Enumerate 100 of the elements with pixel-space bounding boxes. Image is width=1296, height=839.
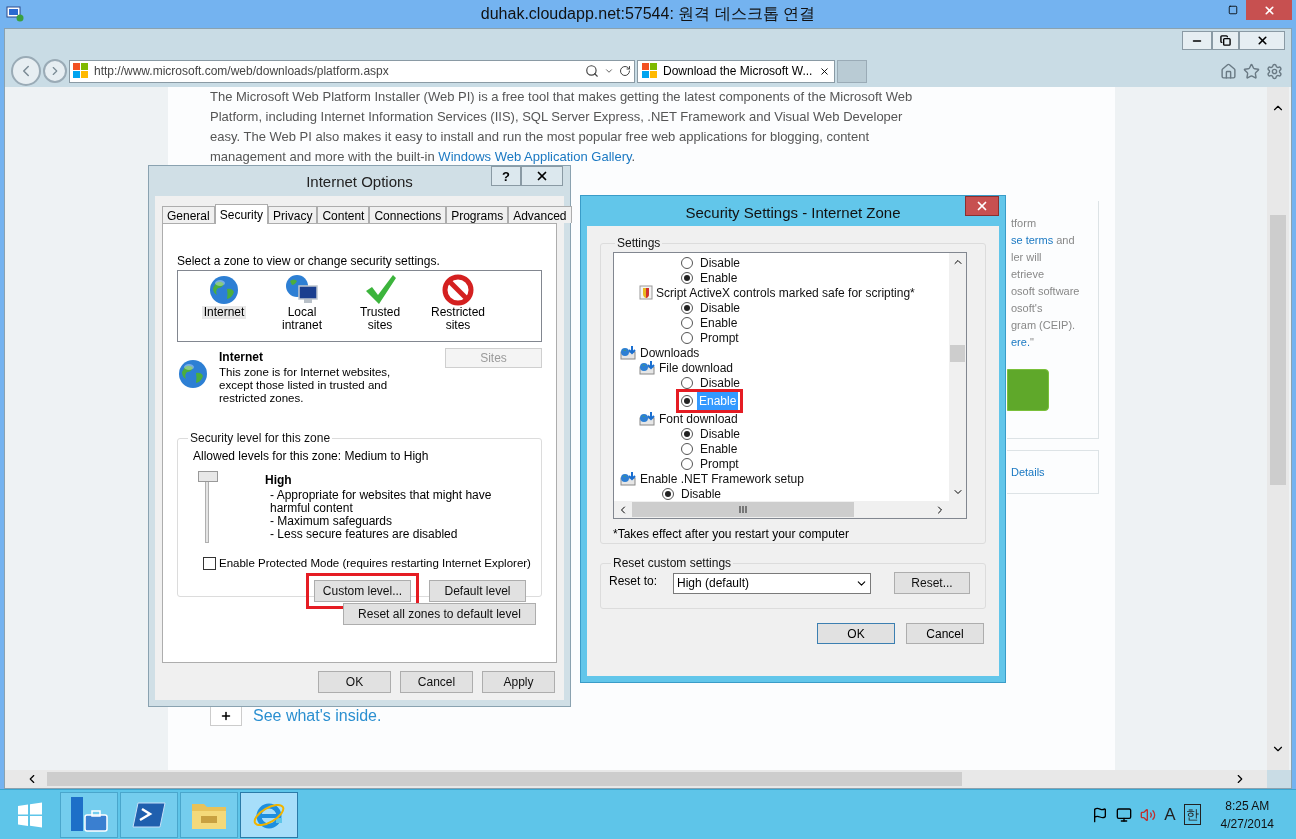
tab[interactable]: Connections (369, 206, 447, 223)
zone-item[interactable]: Local intranet (266, 274, 338, 332)
windows-logo-icon (73, 63, 89, 79)
zone-description: This zone is for Internet websites, except those listed in trusted and restricted zones. (219, 366, 392, 405)
tab[interactable]: Content (317, 206, 370, 223)
panel-text-line: se terms and (1011, 233, 1076, 248)
horizontal-scrollbar[interactable] (614, 501, 949, 518)
details-link[interactable]: Details (1011, 463, 1045, 481)
reset-button[interactable]: Reset... (894, 572, 970, 594)
zone-prompt: Select a zone to view or change security settings. (177, 253, 441, 270)
dialog-button[interactable]: Cancel (906, 623, 984, 644)
input-mode-indicator[interactable]: A (1164, 801, 1176, 828)
radio-button[interactable] (681, 271, 693, 284)
expand-link[interactable]: See what's inside. (253, 704, 382, 728)
group-label: Settings (616, 235, 662, 252)
panel-text-line: etrieve (1011, 267, 1046, 282)
scroll-thumb[interactable] (1270, 215, 1286, 485)
taskbar-app[interactable] (240, 791, 298, 838)
maximize-icon (1228, 5, 1238, 15)
tab[interactable]: Programs (446, 206, 509, 223)
taskbar-app[interactable] (60, 791, 118, 838)
dialog-button[interactable]: OK (318, 671, 391, 693)
radio-button[interactable] (681, 301, 693, 314)
remote-desktop-icon (6, 6, 24, 22)
address-bar[interactable]: http://www.microsoft.com/web/downloads/platform.aspx (69, 59, 635, 83)
refresh-icon[interactable] (619, 65, 631, 77)
search-icon[interactable] (585, 64, 599, 78)
zone-item[interactable]: Trusted sites (344, 274, 416, 332)
dialog-button[interactable]: Apply (482, 671, 555, 693)
level-button[interactable]: Custom level... (314, 580, 411, 603)
globe-icon (208, 274, 240, 306)
radio-button[interactable] (681, 376, 693, 389)
close-icon (975, 199, 989, 213)
minimize-button[interactable] (1182, 31, 1212, 50)
scroll-thumb[interactable] (47, 772, 962, 786)
close-button[interactable] (965, 196, 999, 216)
panel-text-line: tform (1011, 216, 1038, 231)
dialog-title: Internet Options (306, 172, 413, 192)
radio-button[interactable] (681, 316, 693, 329)
panel-text-line: ere." (1011, 335, 1035, 350)
flag-icon (1092, 806, 1109, 823)
horizontal-scrollbar[interactable] (5, 770, 1267, 788)
download-globe-icon (620, 345, 637, 360)
vertical-scrollbar[interactable] (949, 253, 966, 502)
dialog-button[interactable]: Cancel (400, 671, 473, 693)
ime-indicator[interactable]: 한 (1183, 803, 1201, 826)
expand-button[interactable] (210, 706, 242, 726)
tab[interactable]: Privacy (268, 206, 318, 223)
radio-button[interactable] (681, 457, 693, 470)
level-point: - Less secure features are disabled (269, 528, 459, 541)
close-icon (1255, 34, 1269, 47)
radio-button[interactable] (662, 487, 674, 500)
caret-icon[interactable] (604, 66, 614, 76)
panel-text-line: osoft software (1011, 284, 1081, 299)
panel-link[interactable]: se terms (1011, 234, 1054, 246)
panel-link[interactable]: ere. (1011, 336, 1030, 348)
slider-thumb[interactable] (198, 471, 218, 482)
radio-button[interactable] (681, 256, 693, 269)
tab[interactable]: Advanced (508, 206, 572, 223)
tab[interactable]: Security (214, 204, 269, 224)
plus-icon (220, 710, 232, 722)
reset-all-button[interactable]: Reset all zones to default level (343, 603, 536, 625)
level-point: - Maximum safeguards (269, 515, 394, 528)
zone-item[interactable]: Restricted sites (422, 274, 494, 332)
radio-button[interactable] (681, 394, 693, 407)
level-name: High (265, 472, 293, 489)
gallery-link[interactable]: Windows Web Application Gallery (438, 149, 632, 164)
level-button[interactable]: Default level (429, 580, 526, 603)
scroll-thumb[interactable] (950, 345, 965, 362)
close-button[interactable] (521, 166, 563, 186)
browser-tab[interactable]: Download the Microsoft W... (637, 59, 835, 83)
no-entry-icon (442, 274, 474, 306)
help-button[interactable]: ? (491, 166, 521, 186)
group-label: Reset custom settings (612, 555, 733, 572)
taskbar-app[interactable] (120, 791, 178, 838)
dialog-title: Security Settings - Internet Zone (685, 203, 901, 223)
terminal-icon (132, 799, 166, 830)
scroll-thumb[interactable] (632, 502, 854, 518)
window-title: duhak.cloudapp.net:57544: 원격 데스크톱 연결 (480, 4, 816, 24)
checkbox[interactable] (203, 557, 216, 571)
close-button[interactable] (1239, 31, 1285, 50)
tab[interactable]: General (162, 206, 215, 223)
radio-button[interactable] (681, 427, 693, 440)
clock[interactable]: 8:25 AM 4/27/2014 (1220, 796, 1274, 833)
vertical-scrollbar[interactable] (1267, 87, 1289, 770)
grip-icon (739, 506, 747, 514)
zone-name: Internet (219, 349, 264, 366)
restore-button[interactable] (1212, 31, 1239, 50)
radio-button[interactable] (681, 331, 693, 344)
group-label: Security level for this zone (189, 430, 332, 447)
download-globe-icon (639, 411, 656, 426)
radio-button[interactable] (681, 442, 693, 455)
dialog-button[interactable]: OK (817, 623, 895, 644)
settings-icon (1266, 62, 1283, 80)
intro-paragraph: The Microsoft Web Platform Installer (Web PI) is a free tool that makes getting the latest components of the Microsoft Web Platform, including Internet Information Services (IIS), SQL Server Express, .NET Framework and Visual Web Developer easy. The Web PI also makes it easy to install and run the most popular free web applications for blogging, content management and more with the built-in Windows Web Application Gallery. (210, 88, 914, 166)
muted-speaker-icon (1140, 806, 1157, 823)
reset-dropdown[interactable]: High (default) (673, 572, 871, 594)
download-globe-icon (639, 360, 656, 375)
network-icon (1116, 806, 1133, 823)
zone-item[interactable]: Internet (188, 274, 260, 319)
